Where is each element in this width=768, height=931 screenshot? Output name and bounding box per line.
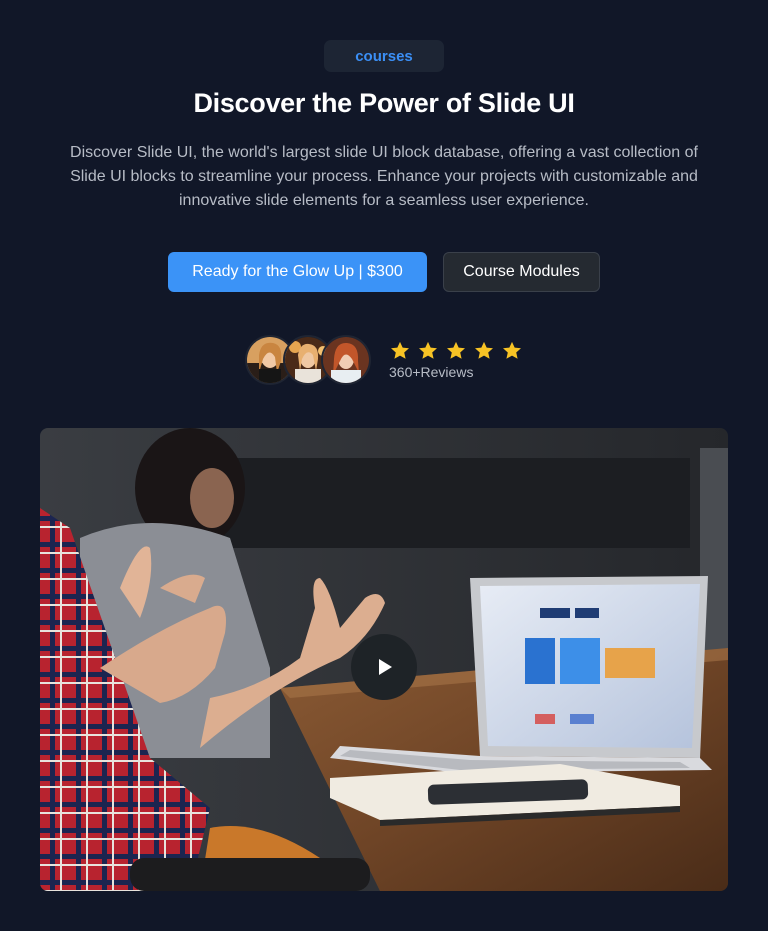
rating-stars	[389, 340, 523, 362]
category-badge: courses	[324, 40, 444, 72]
star-icon	[391, 341, 409, 359]
review-count: 360+Reviews	[389, 364, 474, 380]
star-icon	[475, 341, 493, 359]
star-icon	[503, 341, 521, 359]
category-badge-label: courses	[355, 47, 413, 65]
page-title: Discover the Power of Slide UI	[193, 88, 575, 118]
reviewer-avatars	[245, 335, 375, 385]
video-player[interactable]	[40, 428, 728, 891]
buy-course-button[interactable]: Ready for the Glow Up | $300	[168, 252, 427, 292]
star-icon	[419, 341, 437, 359]
play-icon	[379, 659, 392, 675]
star-icon	[447, 341, 465, 359]
course-modules-button[interactable]: Course Modules	[443, 252, 600, 292]
hero-description: Discover Slide UI, the world's largest s…	[70, 144, 698, 209]
buy-course-button-label: Ready for the Glow Up | $300	[192, 263, 403, 280]
page: courses Discover the Power of Slide UI D…	[0, 0, 768, 931]
course-modules-button-label: Course Modules	[463, 263, 580, 280]
play-button[interactable]	[351, 634, 417, 700]
avatar	[321, 335, 371, 385]
